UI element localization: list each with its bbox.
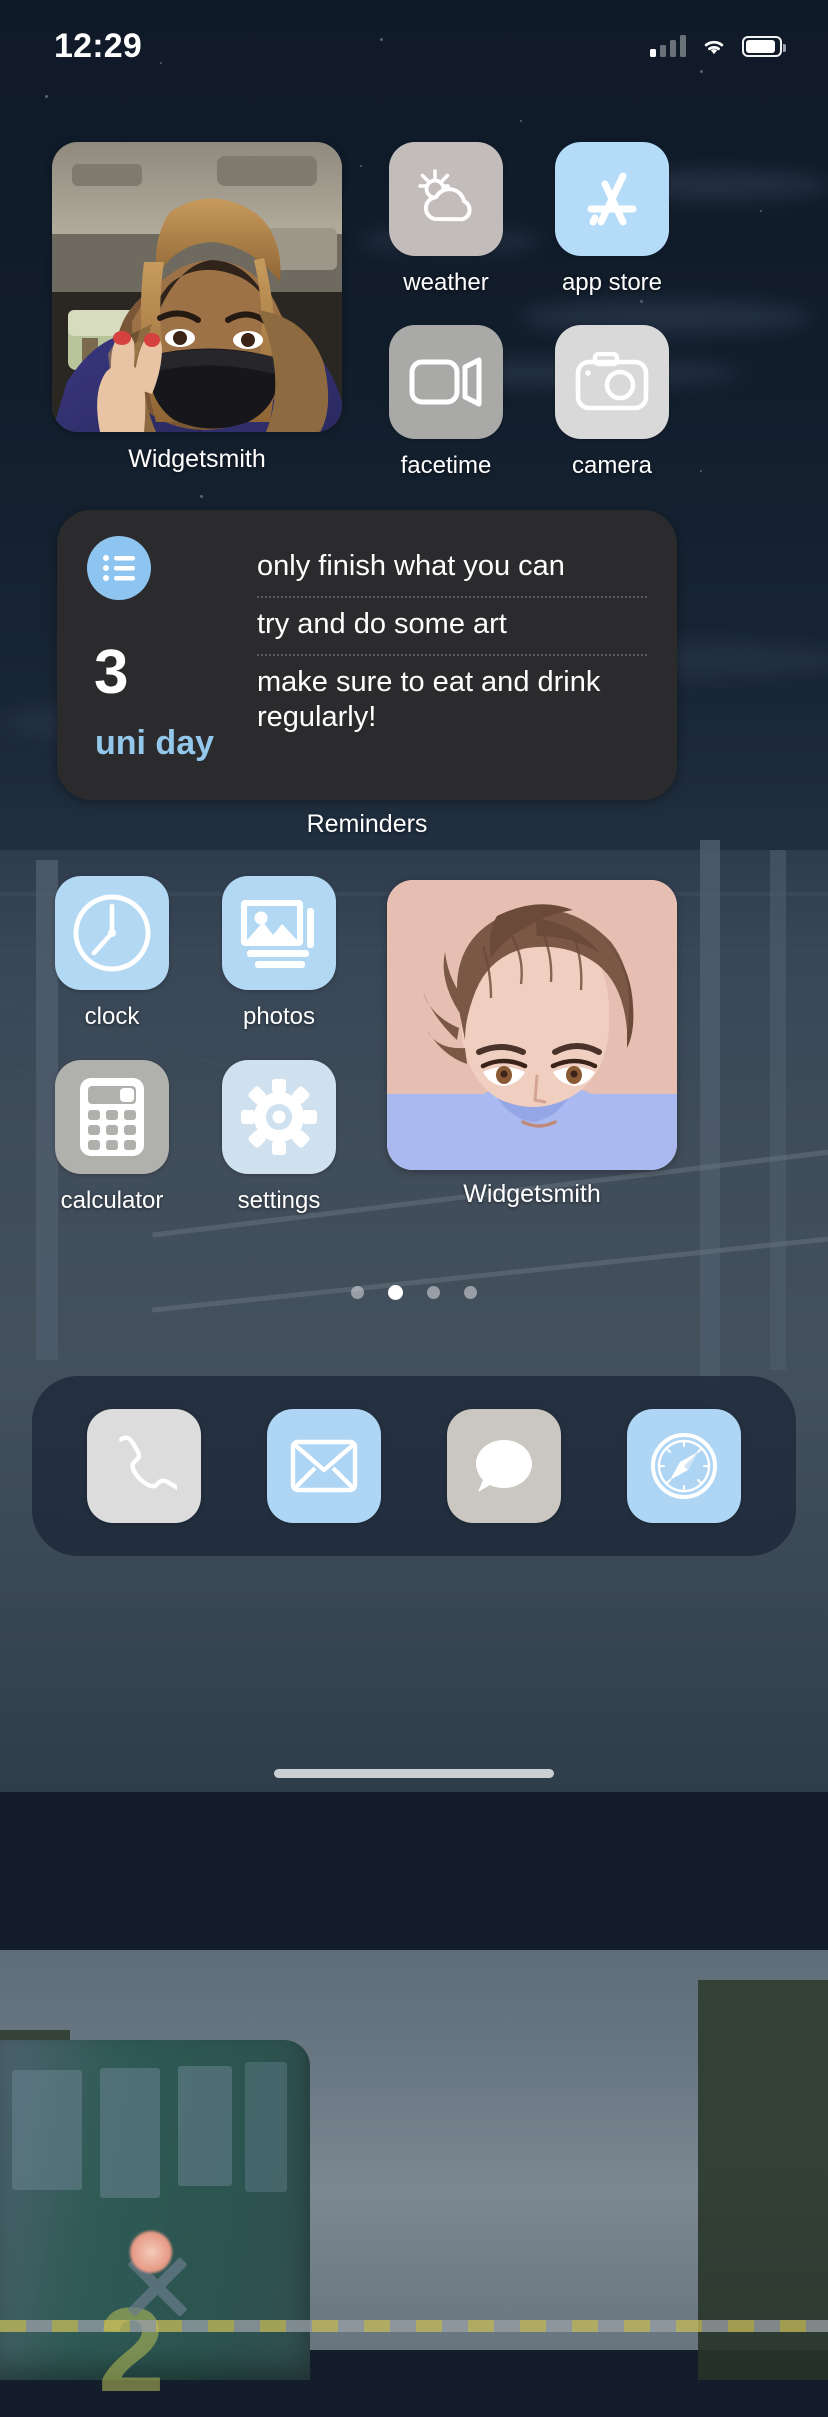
app-settings[interactable]: settings (222, 1060, 336, 1215)
dock (32, 1376, 796, 1556)
reminder-item[interactable]: only finish what you can (257, 540, 647, 596)
page-dot[interactable] (351, 1286, 364, 1299)
app-facetime[interactable]: facetime (389, 325, 503, 480)
widget-photo-widgetsmith[interactable] (52, 142, 342, 432)
mail-icon[interactable] (267, 1409, 381, 1523)
widget-anime-label: Widgetsmith (463, 1180, 601, 1208)
reminder-item[interactable]: make sure to eat and drink regularly! (257, 656, 647, 746)
cellular-bars-icon (650, 35, 686, 57)
reminders-list-name: uni day (95, 724, 215, 762)
reminder-item[interactable]: try and do some art (257, 598, 647, 654)
home-screen: Widgetsmith weather app store facetime c… (0, 0, 828, 1792)
reminders-list-icon (87, 536, 151, 600)
home-indicator[interactable] (274, 1769, 554, 1778)
app-label: facetime (400, 452, 492, 479)
calculator-icon (55, 1060, 169, 1174)
widget-anime-widgetsmith[interactable] (387, 880, 677, 1170)
app-label: clock (84, 1003, 140, 1030)
battery-icon (742, 36, 786, 57)
reminders-count: 3 (94, 638, 129, 707)
app-label: weather (403, 269, 489, 296)
widget-photo-label: Widgetsmith (128, 445, 266, 473)
safari-compass-icon[interactable] (627, 1409, 741, 1523)
app-weather[interactable]: weather (389, 142, 503, 297)
page-dot[interactable] (464, 1286, 477, 1299)
weather-icon (389, 142, 503, 256)
reminder-divider (257, 596, 647, 599)
page-dot-active[interactable] (388, 1285, 403, 1300)
phone-icon[interactable] (87, 1409, 201, 1523)
reminder-divider (257, 654, 647, 657)
facetime-icon (389, 325, 503, 439)
app-label: camera (571, 452, 653, 479)
app-clock[interactable]: clock (55, 876, 169, 1031)
app-calculator[interactable]: calculator (55, 1060, 169, 1215)
app-label: settings (237, 1187, 321, 1214)
app-camera[interactable]: camera (555, 325, 669, 480)
photo-widget (52, 142, 342, 432)
app-label: photos (242, 1003, 316, 1030)
wifi-icon (704, 40, 724, 55)
status-bar: 12:29 (0, 0, 828, 92)
page-dot[interactable] (427, 1286, 440, 1299)
app-label: app store (561, 269, 663, 296)
app-photos[interactable]: photos (222, 876, 336, 1031)
camera-icon (555, 325, 669, 439)
anime-photo-widget (387, 880, 677, 1170)
status-bar-time: 12:29 (54, 26, 142, 65)
widget-reminders[interactable]: 3 uni day only finish what you can try a… (57, 510, 677, 800)
page-dots[interactable] (0, 1285, 828, 1300)
settings-gear-icon (222, 1060, 336, 1174)
photos-icon (222, 876, 336, 990)
widget-reminders-label: Reminders (306, 810, 428, 838)
clock-icon (55, 876, 169, 990)
messages-icon[interactable] (447, 1409, 561, 1523)
app-store-icon (555, 142, 669, 256)
app-label: calculator (60, 1187, 164, 1214)
app-app-store[interactable]: app store (555, 142, 669, 297)
